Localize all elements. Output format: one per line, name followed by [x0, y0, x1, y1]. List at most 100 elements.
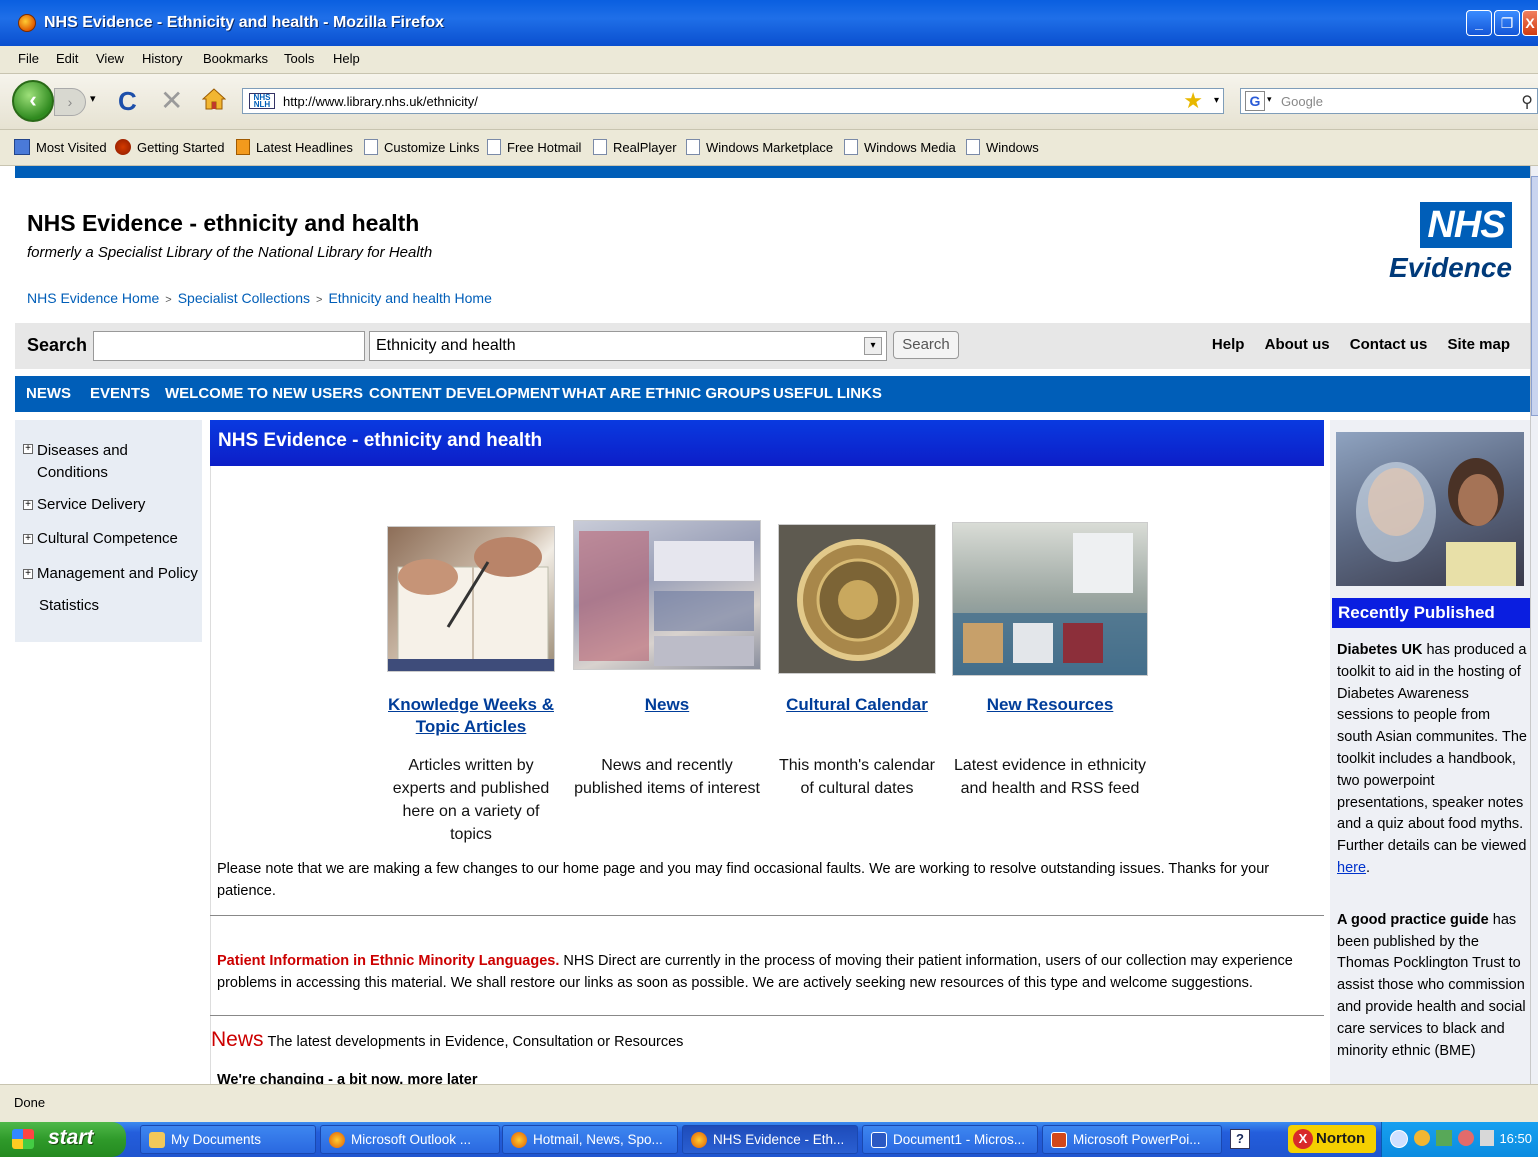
- news-item-heading[interactable]: We're changing - a bit now, more later: [217, 1072, 477, 1084]
- knowledge-weeks-link[interactable]: Knowledge Weeks & Topic Articles: [380, 694, 562, 738]
- bookmark-realplayer[interactable]: RealPlayer: [593, 139, 677, 155]
- patient-information-title[interactable]: Patient Information in Ethnic Minority L…: [217, 953, 559, 969]
- bookmark-windows[interactable]: Windows: [966, 139, 1039, 155]
- site-map-link[interactable]: Site map: [1447, 336, 1510, 353]
- contact-us-link[interactable]: Contact us: [1350, 336, 1428, 353]
- news-rack-illustration: [579, 531, 754, 666]
- firefox-icon: [329, 1132, 345, 1148]
- news-feature-link[interactable]: News: [570, 694, 764, 716]
- menu-file[interactable]: File: [18, 51, 39, 66]
- printer-icon[interactable]: [1480, 1130, 1494, 1146]
- folder-icon: [149, 1132, 165, 1148]
- web-search-placeholder[interactable]: Google: [1281, 94, 1323, 109]
- news-section-label[interactable]: News: [211, 1028, 264, 1051]
- minimize-button[interactable]: _: [1466, 10, 1492, 36]
- task-outlook[interactable]: Microsoft Outlook ...: [320, 1125, 500, 1154]
- task-nhs-evidence[interactable]: NHS Evidence - Eth...: [682, 1125, 858, 1154]
- search-engine-dropdown-icon[interactable]: ▾: [1267, 94, 1272, 105]
- nav-what-are-ethnic-groups[interactable]: WHAT ARE ETHNIC GROUPS: [562, 385, 770, 402]
- task-word-document[interactable]: Document1 - Micros...: [862, 1125, 1038, 1154]
- news-image[interactable]: [573, 520, 761, 670]
- diabetes-details-link[interactable]: here: [1337, 860, 1366, 876]
- breadcrumb-nhs-evidence-home[interactable]: NHS Evidence Home: [27, 290, 159, 306]
- breadcrumb-ethnicity-home[interactable]: Ethnicity and health Home: [328, 290, 491, 306]
- page-scrollbar[interactable]: [1530, 166, 1538, 1084]
- network-icon[interactable]: [1414, 1130, 1430, 1146]
- new-resources-link[interactable]: New Resources: [950, 694, 1150, 716]
- nav-news[interactable]: NEWS: [26, 385, 71, 402]
- cultural-calendar-link[interactable]: Cultural Calendar: [772, 694, 942, 716]
- help-icon[interactable]: ?: [1230, 1129, 1250, 1149]
- menu-bookmarks[interactable]: Bookmarks: [203, 51, 268, 66]
- maximize-button[interactable]: ❐: [1494, 10, 1520, 36]
- bookmark-star-icon[interactable]: ★: [1183, 89, 1203, 113]
- forward-button[interactable]: ›: [54, 88, 86, 116]
- collection-select-value: Ethnicity and health: [376, 337, 516, 354]
- about-us-link[interactable]: About us: [1265, 336, 1330, 353]
- leftnav-cultural-competence[interactable]: + Cultural Competence: [23, 530, 178, 547]
- expand-icon[interactable]: +: [23, 444, 33, 454]
- tray-collapse-icon[interactable]: [1390, 1130, 1408, 1148]
- bookmark-customize-links[interactable]: Customize Links: [364, 139, 479, 155]
- norton-tray-button[interactable]: X Norton: [1288, 1125, 1376, 1153]
- cultural-calendar-image[interactable]: [778, 524, 936, 674]
- nav-welcome-new-users[interactable]: WELCOME TO NEW USERS: [165, 385, 363, 402]
- maintenance-notice: Please note that we are making a few cha…: [217, 861, 1270, 899]
- breadcrumb-specialist-collections[interactable]: Specialist Collections: [178, 290, 310, 306]
- expand-icon[interactable]: +: [23, 534, 33, 544]
- search-icon[interactable]: ⚲: [1521, 92, 1533, 112]
- google-icon[interactable]: G: [1245, 91, 1265, 111]
- page-icon: [487, 139, 501, 155]
- history-dropdown-icon[interactable]: ▾: [90, 92, 96, 105]
- task-powerpoint[interactable]: Microsoft PowerPoi...: [1042, 1125, 1222, 1154]
- new-resources-image[interactable]: [952, 522, 1148, 676]
- chevron-down-icon[interactable]: ▾: [864, 337, 882, 355]
- recently-published-heading: Recently Published: [1332, 598, 1530, 628]
- menu-tools[interactable]: Tools: [284, 51, 314, 66]
- clock[interactable]: 16:50: [1499, 1131, 1532, 1146]
- web-search-box[interactable]: G ▾ Google ⚲: [1240, 88, 1538, 114]
- reload-button[interactable]: C: [118, 86, 137, 117]
- back-button[interactable]: ‹: [12, 80, 54, 122]
- bookmark-free-hotmail[interactable]: Free Hotmail: [487, 139, 581, 155]
- search-button[interactable]: Search: [893, 331, 959, 359]
- leftnav-service-delivery[interactable]: + Service Delivery: [23, 496, 145, 513]
- menu-history[interactable]: History: [142, 51, 182, 66]
- nav-events[interactable]: EVENTS: [90, 385, 150, 402]
- nhs-evidence-logo[interactable]: NHS Evidence: [1389, 202, 1512, 292]
- bookmark-most-visited[interactable]: Most Visited: [14, 139, 107, 155]
- bookmark-getting-started[interactable]: Getting Started: [115, 139, 224, 155]
- leftnav-management-and-policy[interactable]: + Management and Policy: [23, 565, 198, 582]
- nav-content-development[interactable]: CONTENT DEVELOPMENT: [369, 385, 560, 402]
- start-button[interactable]: start: [0, 1122, 126, 1157]
- menu-help[interactable]: Help: [333, 51, 360, 66]
- search-input[interactable]: [93, 331, 365, 361]
- expand-icon[interactable]: +: [23, 569, 33, 579]
- menu-edit[interactable]: Edit: [56, 51, 78, 66]
- menu-view[interactable]: View: [96, 51, 124, 66]
- left-navigation: + Diseases and Conditions + Service Delive…: [15, 420, 202, 642]
- volume-icon[interactable]: [1458, 1130, 1474, 1146]
- bookmark-windows-marketplace[interactable]: Windows Marketplace: [686, 139, 833, 155]
- scrollbar-thumb[interactable]: [1531, 176, 1538, 416]
- expand-icon[interactable]: +: [23, 500, 33, 510]
- close-button[interactable]: X: [1522, 10, 1538, 36]
- site-identity-icon[interactable]: NHS NLH: [249, 93, 275, 109]
- url-dropdown-icon[interactable]: ▾: [1214, 95, 1219, 106]
- security-icon[interactable]: [1436, 1130, 1452, 1146]
- nhs-logo-box: NHS: [1420, 202, 1512, 248]
- url-text[interactable]: http://www.library.nhs.uk/ethnicity/: [283, 94, 478, 109]
- task-hotmail[interactable]: Hotmail, News, Spo...: [502, 1125, 678, 1154]
- bookmark-windows-media[interactable]: Windows Media: [844, 139, 956, 155]
- nav-useful-links[interactable]: USEFUL LINKS: [773, 385, 882, 402]
- leftnav-statistics[interactable]: Statistics: [39, 597, 99, 614]
- help-link[interactable]: Help: [1212, 336, 1245, 353]
- stop-button[interactable]: ✕: [160, 84, 183, 117]
- leftnav-diseases-and-conditions[interactable]: + Diseases and Conditions: [23, 440, 147, 484]
- task-my-documents[interactable]: My Documents: [140, 1125, 316, 1154]
- collection-select[interactable]: Ethnicity and health ▾: [369, 331, 887, 361]
- bookmark-latest-headlines[interactable]: Latest Headlines: [236, 139, 353, 155]
- url-bar[interactable]: NHS NLH http://www.library.nhs.uk/ethnic…: [242, 88, 1224, 114]
- home-icon[interactable]: [202, 88, 226, 110]
- knowledge-weeks-image[interactable]: [387, 526, 555, 672]
